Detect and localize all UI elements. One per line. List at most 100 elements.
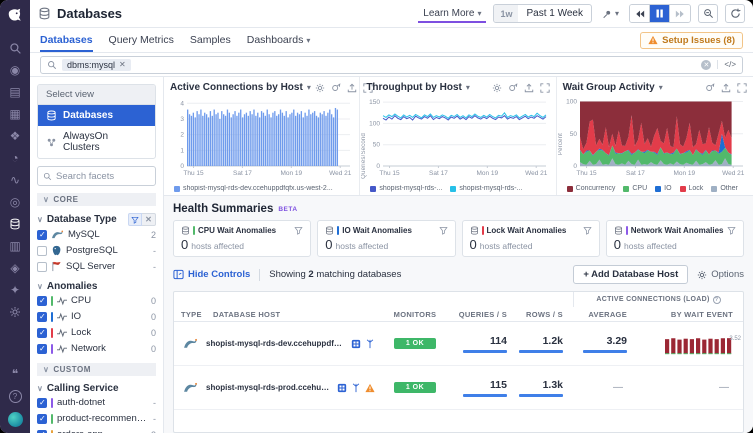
nav-apm-icon[interactable]: ◎ [0, 191, 30, 213]
chart-fullscreen-icon[interactable] [737, 83, 747, 93]
monitor-status-badge[interactable]: 1 OK [394, 338, 436, 349]
warning-icon[interactable] [365, 383, 375, 393]
host-link[interactable]: shopist-mysql-rds-prod.ccehuppdfqfx.us-w… [206, 383, 332, 392]
facet-anomaly-io[interactable]: IO 0 [37, 308, 156, 324]
facet-service-auth-dotnet[interactable]: auth-dotnet - [37, 394, 156, 410]
facet-group-anomalies[interactable]: ∨Anomalies [37, 281, 156, 292]
checkbox[interactable] [37, 312, 47, 322]
nav-help-icon[interactable]: ? [9, 390, 22, 403]
facet-postgresql[interactable]: PostgreSQL - [37, 242, 156, 258]
legend-item[interactable]: shopist-mysql-rds-... [450, 185, 522, 192]
col-database-host[interactable]: DATABASE HOST [206, 310, 379, 319]
chart-forecast-icon[interactable] [508, 83, 518, 93]
checkbox[interactable] [37, 246, 47, 256]
legend-item[interactable]: Lock [680, 185, 704, 192]
filter-funnel-icon[interactable] [583, 226, 592, 235]
tab-samples[interactable]: Samples [190, 28, 231, 52]
chart-settings-icon[interactable] [492, 83, 502, 93]
nav-events-icon[interactable]: ▤ [0, 81, 30, 103]
col-by-wait-event[interactable]: BY WAIT EVENT [637, 310, 743, 319]
line-chart-plot[interactable]: 050100150Thu 15Sat 17Mon 19Wed 21 [366, 93, 550, 179]
zoom-out-button[interactable] [698, 4, 718, 23]
nav-search-icon[interactable] [0, 37, 30, 59]
chevron-down-icon[interactable]: ▾ [307, 83, 311, 92]
options-button[interactable]: Options [697, 269, 744, 280]
facet-anomaly-lock[interactable]: Lock 0 [37, 324, 156, 340]
chevron-down-icon[interactable]: ▾ [659, 83, 663, 92]
checkbox[interactable] [37, 414, 47, 424]
checkbox[interactable] [37, 398, 47, 408]
setup-issues-button[interactable]: Setup Issues (8) [640, 32, 743, 49]
checkbox[interactable] [37, 344, 47, 354]
time-range-picker[interactable]: 1w Past 1 Week [493, 4, 592, 23]
filter-funnel-icon[interactable] [727, 226, 736, 235]
forward-button[interactable] [670, 5, 690, 22]
checkbox[interactable] [37, 296, 47, 306]
table-row[interactable]: shopist-mysql-rds-dev.ccehuppdfqfx.us-we… [174, 322, 743, 366]
tab-query-metrics[interactable]: Query Metrics [109, 28, 174, 52]
health-card-lock[interactable]: Lock Wait Anomalies 0hosts affected [462, 220, 600, 257]
chart-title[interactable]: Active Connections by Host [170, 82, 303, 93]
nav-feedback-icon[interactable]: ❝ [0, 363, 30, 385]
chart-settings-icon[interactable] [315, 83, 325, 93]
nav-settings-icon[interactable] [0, 301, 30, 323]
remove-tag-icon[interactable]: ✕ [119, 60, 126, 69]
nav-watchdog-icon[interactable]: ◉ [0, 59, 30, 81]
legend-item[interactable]: CPU [623, 185, 647, 192]
tab-databases[interactable]: Databases [40, 28, 93, 52]
filter-funnel-icon[interactable] [439, 226, 448, 235]
legend-item[interactable]: shopist-mysql-rds-... [370, 185, 442, 192]
legend-item[interactable]: Concurrency [567, 185, 616, 192]
view-item-databases[interactable]: Databases [38, 105, 155, 126]
facet-search-input[interactable] [37, 166, 156, 186]
chart-export-icon[interactable] [347, 83, 357, 93]
health-card-cpu[interactable]: CPU Wait Anomalies 0hosts affected [173, 220, 311, 257]
chart-title[interactable]: Throughput by Host [366, 82, 462, 93]
col-rows-per-s[interactable]: ROWS / S [517, 310, 573, 319]
col-queries-per-s[interactable]: QUERIES / S [451, 310, 517, 319]
hide-controls-button[interactable]: Hide Controls [173, 269, 250, 280]
facet-group-calling-service[interactable]: ∨Calling Service [37, 383, 156, 394]
datadog-logo-icon[interactable] [7, 7, 23, 23]
nav-dashboards-icon[interactable]: ▦ [0, 103, 30, 125]
checkbox[interactable] [37, 328, 47, 338]
nav-monitors-icon[interactable]: ◔ [0, 147, 30, 169]
chart-export-icon[interactable] [524, 83, 534, 93]
health-card-io[interactable]: IO Wait Anomalies 0hosts affected [317, 220, 455, 257]
area-chart-plot[interactable]: 050100Thu 15Sat 17Mon 19Wed 21 [563, 93, 747, 179]
facet-anomaly-cpu[interactable]: CPU 0 [37, 292, 156, 308]
checkbox[interactable] [37, 262, 47, 272]
col-type[interactable]: TYPE [174, 310, 206, 319]
host-map-icon[interactable] [351, 339, 361, 349]
facet-anomaly-network[interactable]: Network 0 [37, 340, 156, 356]
help-icon[interactable]: ? [713, 296, 721, 304]
facet-service-product-recommendation[interactable]: product-recommendati... - [37, 410, 156, 426]
clear-search-icon[interactable]: ✕ [701, 60, 711, 70]
nav-logs-icon[interactable]: ▥ [0, 235, 30, 257]
network-icon[interactable] [351, 383, 361, 393]
nav-databases-icon[interactable] [0, 213, 30, 235]
view-item-alwayson-clusters[interactable]: AlwaysOn Clusters [38, 126, 155, 158]
legend-item[interactable]: IO [655, 185, 671, 192]
filter-funnel-icon[interactable] [294, 226, 303, 235]
tab-dashboards[interactable]: Dashboards▾ [247, 28, 311, 52]
pause-button[interactable] [650, 5, 670, 22]
section-core[interactable]: ∨CORE [37, 193, 156, 206]
refresh-button[interactable] [725, 4, 745, 23]
chart-title[interactable]: Wait Group Activity [563, 82, 655, 93]
bar-chart-plot[interactable]: 01234Thu 15Sat 17Mon 19Wed 21 [170, 93, 354, 179]
learn-more-button[interactable]: Learn More▾ [418, 5, 486, 23]
col-average[interactable]: AVERAGE [573, 310, 637, 319]
checkbox[interactable] [37, 430, 47, 433]
section-custom[interactable]: ∨CUSTOM [37, 363, 156, 376]
filter-funnel-icon[interactable] [128, 213, 142, 226]
facet-search-field[interactable] [56, 171, 141, 182]
host-link[interactable]: shopist-mysql-rds-dev.ccehuppdfqfx.us-we… [206, 339, 346, 348]
chart-forecast-icon[interactable] [331, 83, 341, 93]
checkbox[interactable] [37, 230, 47, 240]
nav-metrics-icon[interactable]: ∿ [0, 169, 30, 191]
legend-item[interactable]: Other [711, 185, 738, 192]
rewind-button[interactable] [630, 5, 650, 22]
facet-mysql[interactable]: MySQL 2 [37, 226, 156, 242]
add-database-host-button[interactable]: + Add Database Host [573, 265, 688, 284]
